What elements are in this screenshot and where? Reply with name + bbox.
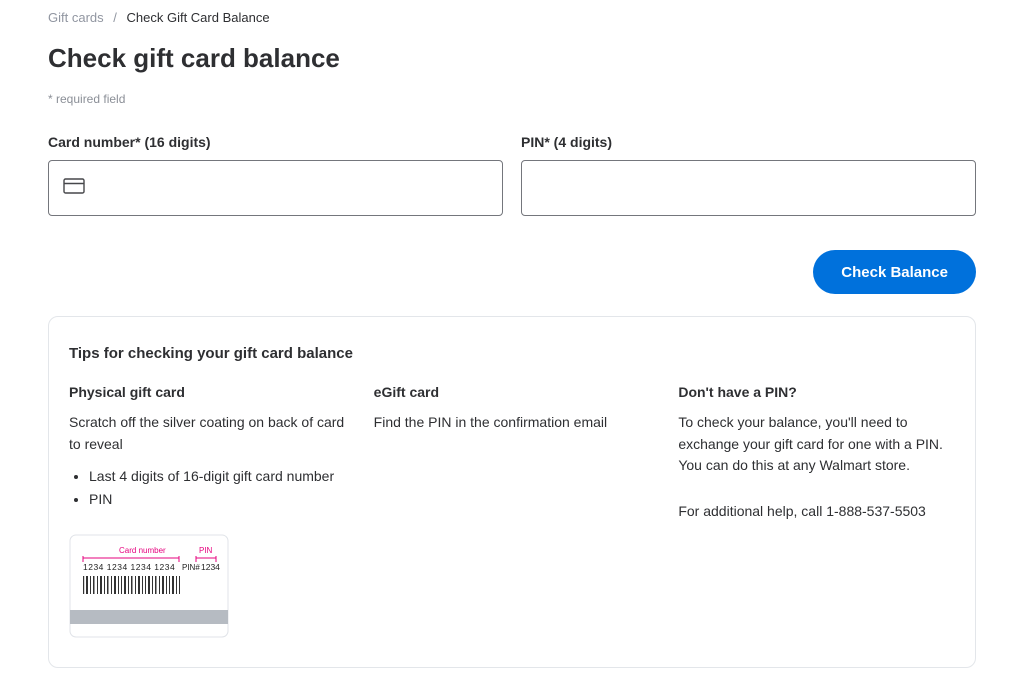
physical-card-list: Last 4 digits of 16-digit gift card numb… <box>69 465 346 510</box>
gift-card-illustration: Card number PIN 1234 1234 1234 1234 PIN#… <box>69 534 229 643</box>
physical-card-intro: Scratch off the silver coating on back o… <box>69 412 346 455</box>
svg-text:Card number: Card number <box>119 546 166 555</box>
required-field-note: * required field <box>48 92 976 106</box>
page-title: Check gift card balance <box>48 43 976 74</box>
no-pin-help: For additional help, call 1-888-537-5503 <box>678 501 955 523</box>
physical-card-heading: Physical gift card <box>69 384 346 400</box>
svg-text:1234 1234 1234 1234: 1234 1234 1234 1234 <box>83 562 175 572</box>
pin-label: PIN* (4 digits) <box>521 134 976 150</box>
card-number-label: Card number* (16 digits) <box>48 134 503 150</box>
breadcrumb-gift-cards[interactable]: Gift cards <box>48 10 104 25</box>
form-row: Card number* (16 digits) PIN* (4 digits) <box>48 134 976 216</box>
check-balance-button[interactable]: Check Balance <box>813 250 976 294</box>
action-row: Check Balance <box>48 250 976 294</box>
svg-text:1234: 1234 <box>201 562 220 572</box>
tips-no-pin: Don't have a PIN? To check your balance,… <box>678 384 955 643</box>
no-pin-heading: Don't have a PIN? <box>678 384 955 400</box>
tips-physical-card: Physical gift card Scratch off the silve… <box>69 384 346 643</box>
pin-input-wrap[interactable] <box>521 160 976 216</box>
egift-heading: eGift card <box>374 384 651 400</box>
credit-card-icon <box>63 178 95 199</box>
list-item: Last 4 digits of 16-digit gift card numb… <box>89 465 346 487</box>
pin-input[interactable] <box>536 161 961 215</box>
svg-text:PIN: PIN <box>199 546 213 555</box>
card-number-input-wrap[interactable] <box>48 160 503 216</box>
list-item: PIN <box>89 488 346 510</box>
breadcrumb-separator: / <box>113 10 117 25</box>
breadcrumb: Gift cards / Check Gift Card Balance <box>48 10 976 25</box>
egift-body: Find the PIN in the confirmation email <box>374 412 651 434</box>
card-number-field-group: Card number* (16 digits) <box>48 134 503 216</box>
tips-egift-card: eGift card Find the PIN in the confirmat… <box>374 384 651 643</box>
tips-title: Tips for checking your gift card balance <box>69 345 955 362</box>
no-pin-body: To check your balance, you'll need to ex… <box>678 412 955 477</box>
pin-field-group: PIN* (4 digits) <box>521 134 976 216</box>
svg-text:PIN#: PIN# <box>182 563 200 572</box>
tips-panel: Tips for checking your gift card balance… <box>48 316 976 668</box>
breadcrumb-current: Check Gift Card Balance <box>127 10 270 25</box>
card-number-input[interactable] <box>95 161 488 215</box>
tips-columns: Physical gift card Scratch off the silve… <box>69 384 955 643</box>
